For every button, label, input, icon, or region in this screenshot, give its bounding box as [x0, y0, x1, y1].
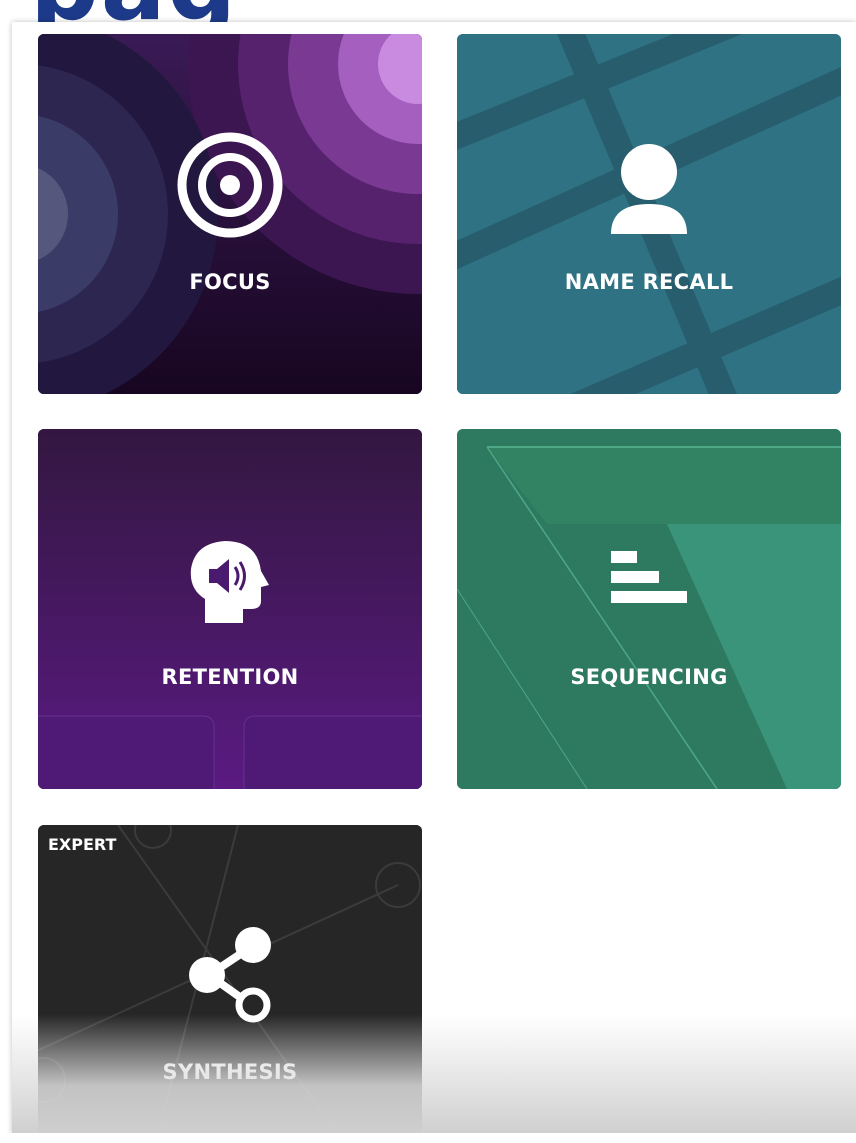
tile-label: NAME RECALL	[564, 270, 734, 294]
tile-name-recall[interactable]: NAME RECALL	[457, 34, 841, 394]
tile-label: SYNTHESIS	[162, 1060, 298, 1084]
person-icon	[611, 144, 687, 234]
tile-focus[interactable]: FOCUS	[38, 34, 422, 394]
sequencing-background	[457, 429, 841, 789]
tile-sequencing[interactable]: SEQUENCING	[457, 429, 841, 789]
bottom-edge	[0, 1133, 856, 1143]
bars-icon	[611, 551, 687, 603]
tile-synthesis[interactable]: EXPERT SYNTHESIS	[38, 825, 422, 1134]
tile-retention[interactable]: RETENTION	[38, 429, 422, 789]
tile-label: RETENTION	[161, 665, 299, 689]
games-grid: FOCUS NAME RECALL RETENTION SEQUENCING E…	[12, 22, 856, 1134]
expert-tag: EXPERT	[48, 835, 117, 854]
tile-label: SEQUENCING	[570, 665, 728, 689]
tile-label: FOCUS	[189, 270, 271, 294]
target-icon	[177, 132, 283, 238]
head-speaker-icon	[190, 541, 269, 623]
share-icon	[189, 927, 271, 1023]
